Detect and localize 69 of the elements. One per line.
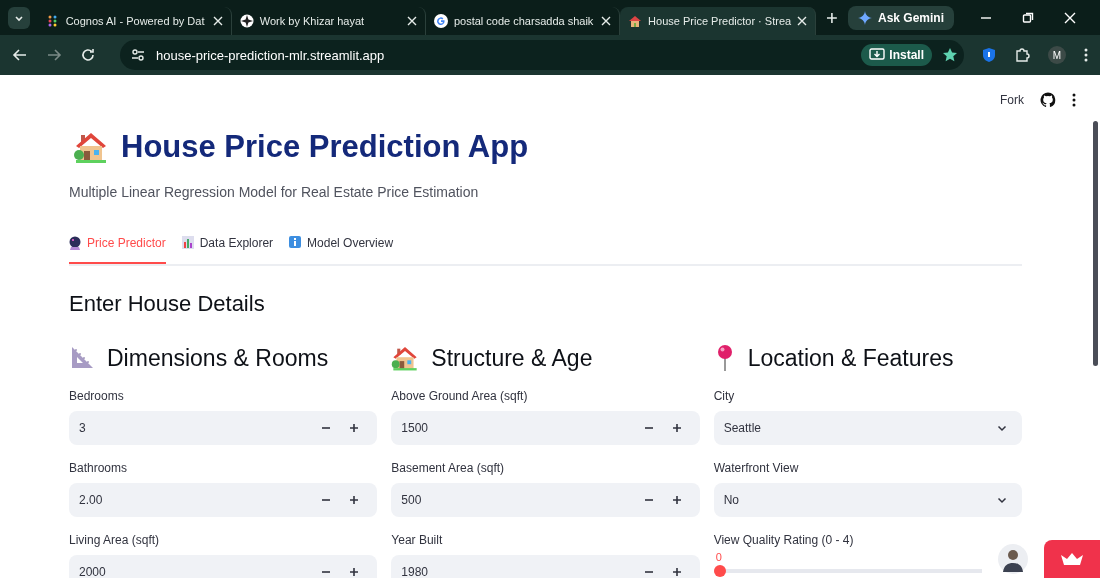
restore-icon[interactable] bbox=[1022, 11, 1034, 24]
crown-icon bbox=[1060, 552, 1084, 566]
tab[interactable]: Model Overview bbox=[289, 236, 394, 264]
field-label: Living Area (sqft) bbox=[69, 533, 161, 547]
bar-chart-icon bbox=[181, 236, 194, 249]
streamlit-badge-button[interactable] bbox=[1044, 540, 1100, 578]
section-heading: Structure & Age bbox=[431, 344, 593, 372]
star-icon bbox=[239, 14, 254, 28]
reload-icon[interactable] bbox=[80, 47, 96, 63]
google-icon bbox=[433, 14, 448, 28]
field-label: City bbox=[713, 389, 736, 403]
tab-search-button[interactable] bbox=[8, 6, 30, 29]
github-icon[interactable] bbox=[1040, 92, 1056, 108]
slider-value: 0 bbox=[715, 551, 723, 563]
ask-gemini-button[interactable]: Ask Gemini bbox=[847, 5, 954, 30]
avatar-icon[interactable] bbox=[998, 544, 1028, 574]
site-settings-icon[interactable] bbox=[130, 47, 146, 63]
number-field[interactable]: 1980 bbox=[391, 555, 700, 578]
info-icon bbox=[289, 236, 302, 248]
section-heading: Location & Features bbox=[747, 344, 954, 372]
install-icon bbox=[869, 48, 886, 62]
plus-icon[interactable] bbox=[349, 567, 360, 577]
scrollbar-thumb[interactable] bbox=[1093, 121, 1098, 366]
plus-icon[interactable] bbox=[671, 567, 682, 577]
shield-icon[interactable] bbox=[982, 47, 996, 63]
new-tab-icon[interactable] bbox=[826, 11, 838, 24]
address-bar[interactable]: house-price-prediction-mlr.streamlit.app Install bbox=[120, 40, 964, 70]
plus-icon[interactable] bbox=[349, 423, 360, 433]
close-icon[interactable] bbox=[406, 16, 417, 26]
menu-icon[interactable] bbox=[1084, 48, 1088, 62]
select-dropdown[interactable]: No bbox=[713, 483, 1022, 517]
section-title: Enter House Details bbox=[69, 291, 266, 318]
field-label: Bathrooms bbox=[69, 461, 129, 475]
field-label: Year Built bbox=[391, 533, 444, 547]
ruler-icon bbox=[69, 345, 95, 371]
field-label: Basement Area (sqft) bbox=[391, 461, 506, 475]
number-field[interactable]: 500 bbox=[391, 483, 700, 517]
number-field[interactable]: 3 bbox=[69, 411, 378, 445]
select-dropdown[interactable]: Seattle bbox=[713, 411, 1022, 445]
tab[interactable]: Data Explorer bbox=[181, 236, 274, 264]
plus-icon[interactable] bbox=[671, 495, 682, 505]
sparkle-icon bbox=[857, 10, 872, 25]
fork-link[interactable]: Fork bbox=[1000, 93, 1024, 107]
close-icon[interactable] bbox=[601, 16, 612, 26]
browser-tab[interactable]: House Price Predictor · Strea bbox=[620, 7, 817, 35]
extensions-icon[interactable] bbox=[1014, 47, 1030, 63]
install-button[interactable]: Install bbox=[861, 44, 932, 66]
star-icon[interactable] bbox=[942, 47, 958, 63]
app-title: House Price Prediction App bbox=[121, 129, 529, 165]
number-field[interactable]: 2000 bbox=[69, 555, 378, 578]
house-icon bbox=[628, 14, 643, 28]
back-icon[interactable] bbox=[12, 47, 28, 63]
plus-icon[interactable] bbox=[671, 423, 682, 433]
menu-icon[interactable] bbox=[1072, 93, 1076, 107]
field-label: Above Ground Area (sqft) bbox=[391, 389, 529, 403]
profile-avatar[interactable]: M bbox=[1048, 46, 1066, 64]
forward-icon[interactable] bbox=[46, 47, 62, 63]
field-label: View Quality Rating (0 - 4) bbox=[713, 533, 855, 547]
section-heading: Dimensions & Rooms bbox=[107, 344, 329, 372]
plus-icon[interactable] bbox=[349, 495, 360, 505]
field-label: Bedrooms bbox=[69, 389, 125, 403]
slider-thumb[interactable] bbox=[713, 565, 726, 577]
crystal-ball-icon bbox=[69, 236, 81, 250]
number-field[interactable]: 2.00 bbox=[69, 483, 378, 517]
field-label: Waterfront View bbox=[713, 461, 800, 475]
close-icon[interactable] bbox=[797, 16, 808, 26]
close-icon[interactable] bbox=[212, 16, 223, 26]
app-subtitle: Multiple Linear Regression Model for Real Estate Price Estimation bbox=[69, 184, 480, 200]
number-field[interactable]: 1500 bbox=[391, 411, 700, 445]
